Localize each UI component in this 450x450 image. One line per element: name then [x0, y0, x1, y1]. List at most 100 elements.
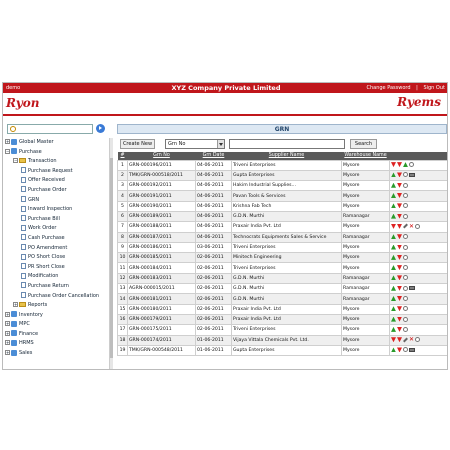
search-button[interactable]: Search [350, 139, 377, 149]
print-icon[interactable] [409, 286, 415, 291]
cell-grn[interactable]: GRN-000180/2011 [127, 303, 196, 315]
approve-icon[interactable] [391, 265, 396, 271]
expand-toggle-icon[interactable]: − [5, 148, 10, 154]
approve-icon[interactable] [391, 213, 396, 219]
sidebar-item[interactable]: Purchase Request [5, 167, 108, 177]
view-icon[interactable] [403, 326, 408, 332]
table-row[interactable]: 15 GRN-000180/2011 02-06-2011 Praxair India… [117, 303, 447, 315]
sidebar-item[interactable]: + MPC [5, 320, 108, 330]
reject-icon[interactable] [397, 182, 402, 188]
col-grn-no[interactable]: Grn No [127, 152, 196, 160]
menu-search-input[interactable] [7, 124, 93, 134]
sign-out-link[interactable]: Sign Out [423, 85, 445, 91]
approve-icon[interactable] [391, 275, 396, 281]
approve-icon[interactable] [391, 234, 396, 240]
approve-icon[interactable] [391, 296, 396, 301]
expand-toggle-icon[interactable]: + [13, 302, 18, 308]
sidebar-scrollbar[interactable] [109, 138, 113, 369]
cell-grn[interactable]: AGRN-000015/2011 [127, 283, 196, 295]
reject-icon[interactable] [397, 244, 402, 250]
reject-icon[interactable] [397, 193, 402, 199]
view-icon[interactable] [403, 306, 408, 312]
sidebar-item[interactable]: Work Order [5, 224, 108, 234]
sidebar-item[interactable]: PO Amendment [5, 244, 108, 254]
reject-icon[interactable] [397, 213, 402, 219]
reject-icon[interactable] [397, 275, 402, 281]
cell-grn[interactable]: TMK/GRN-000518/2011 [127, 169, 196, 182]
filter-input[interactable] [229, 139, 345, 149]
sidebar-item[interactable]: − Transaction [5, 157, 108, 167]
view-icon[interactable] [403, 265, 408, 271]
sidebar-item[interactable]: Purchase Order [5, 186, 108, 196]
view-icon[interactable] [403, 213, 408, 219]
reject-icon[interactable] [397, 265, 402, 271]
table-row[interactable]: 3 GRN-000192/2011 04-06-2011 Hakim Industri… [117, 180, 447, 192]
approve-icon[interactable] [391, 203, 396, 209]
cell-grn[interactable]: GRN-000185/2011 [127, 252, 196, 264]
table-row[interactable]: 11 GRN-000184/2011 02-06-2011 Triveni Enter… [117, 262, 447, 274]
view-icon[interactable] [415, 223, 420, 229]
sidebar-item[interactable]: PO Short Close [5, 253, 108, 263]
reject-icon[interactable] [397, 337, 402, 343]
view-icon[interactable] [403, 347, 408, 353]
expand-toggle-icon[interactable]: − [13, 158, 18, 164]
table-row[interactable]: 6 GRN-000189/2011 04-06-2011 G.D.N. Murthi R… [117, 210, 447, 223]
table-row[interactable]: 16 GRN-000179/2011 02-06-2011 Praxair India… [117, 313, 447, 326]
sidebar-item[interactable]: GRN [5, 196, 108, 206]
approve-icon[interactable] [391, 285, 396, 291]
view-icon[interactable] [403, 254, 408, 260]
col-warehouse-name[interactable]: Warehouse Name [341, 152, 390, 160]
reject-icon[interactable] [391, 223, 396, 229]
cell-grn[interactable]: GRN-000191/2011 [127, 190, 196, 202]
create-new-button[interactable]: Create New [120, 139, 155, 149]
view-icon[interactable] [403, 296, 408, 301]
table-row[interactable]: 1 GRN-000196/2011 04-06-2011 Triveni Enterp… [117, 159, 447, 171]
approve-icon[interactable] [391, 172, 396, 178]
table-row[interactable]: 8 GRN-000187/2011 04-06-2011 Technocrats Eq… [117, 231, 447, 243]
view-icon[interactable] [403, 172, 408, 178]
sidebar-item[interactable]: Offer Received [5, 176, 108, 186]
sidebar-item[interactable]: Modification [5, 272, 108, 282]
expand-toggle-icon[interactable]: + [5, 321, 10, 327]
sidebar-item[interactable]: Purchase Bill [5, 215, 108, 225]
chevron-down-icon[interactable] [217, 140, 224, 148]
cell-grn[interactable]: GRN-000187/2011 [127, 231, 196, 243]
delete-icon[interactable]: ✕ [409, 223, 414, 229]
sidebar-item[interactable]: Purchase Return [5, 282, 108, 292]
cell-grn[interactable]: GRN-000175/2011 [127, 324, 196, 336]
sidebar-item[interactable]: Inward Inspection [5, 205, 108, 215]
sidebar-item[interactable]: Purchase Order Cancellation [5, 292, 108, 302]
expand-toggle-icon[interactable]: + [5, 139, 10, 144]
sidebar-item[interactable]: + Reports [5, 301, 108, 311]
view-icon[interactable] [403, 193, 408, 199]
reject-icon[interactable] [397, 234, 402, 240]
table-row[interactable]: 2 TMK/GRN-000518/2011 04-06-2011 Gupta Ente… [117, 169, 447, 182]
cell-grn[interactable]: GRN-000190/2011 [127, 200, 196, 212]
cell-grn[interactable]: GRN-000196/2011 [127, 159, 196, 171]
view-icon[interactable] [403, 275, 408, 281]
expand-toggle-icon[interactable]: + [5, 350, 10, 356]
table-row[interactable]: 4 GRN-000191/2011 04-06-2011 Pavan Tools & … [117, 190, 447, 202]
approve-icon[interactable] [391, 254, 396, 260]
edit-icon[interactable] [403, 223, 408, 229]
sidebar-item[interactable]: + Global Master [5, 138, 108, 148]
table-row[interactable]: 14 GRN-000181/2011 02-06-2011 G.D.N. Murthi… [117, 293, 447, 305]
reject-icon[interactable] [391, 162, 396, 168]
table-row[interactable]: 17 GRN-000175/2011 02-06-2011 Triveni Enter… [117, 324, 447, 336]
view-icon[interactable] [415, 337, 420, 343]
view-icon[interactable] [403, 285, 408, 291]
view-icon[interactable] [403, 203, 408, 209]
col-supplier-name[interactable]: Supplier Name [231, 152, 342, 160]
edit-icon[interactable] [403, 337, 408, 343]
approve-icon[interactable] [391, 306, 396, 312]
view-icon[interactable] [403, 316, 408, 322]
col-grn-date[interactable]: Grn Date [195, 152, 232, 160]
cell-grn[interactable]: GRN-000188/2011 [127, 221, 196, 233]
cell-grn[interactable]: GRN-000192/2011 [127, 180, 196, 192]
cell-grn[interactable]: GRN-000184/2011 [127, 262, 196, 274]
expand-toggle-icon[interactable]: + [5, 340, 10, 346]
reject-icon[interactable] [391, 337, 396, 343]
approve-icon[interactable] [391, 182, 396, 188]
reject-icon[interactable] [397, 347, 402, 353]
print-icon[interactable] [409, 347, 415, 352]
